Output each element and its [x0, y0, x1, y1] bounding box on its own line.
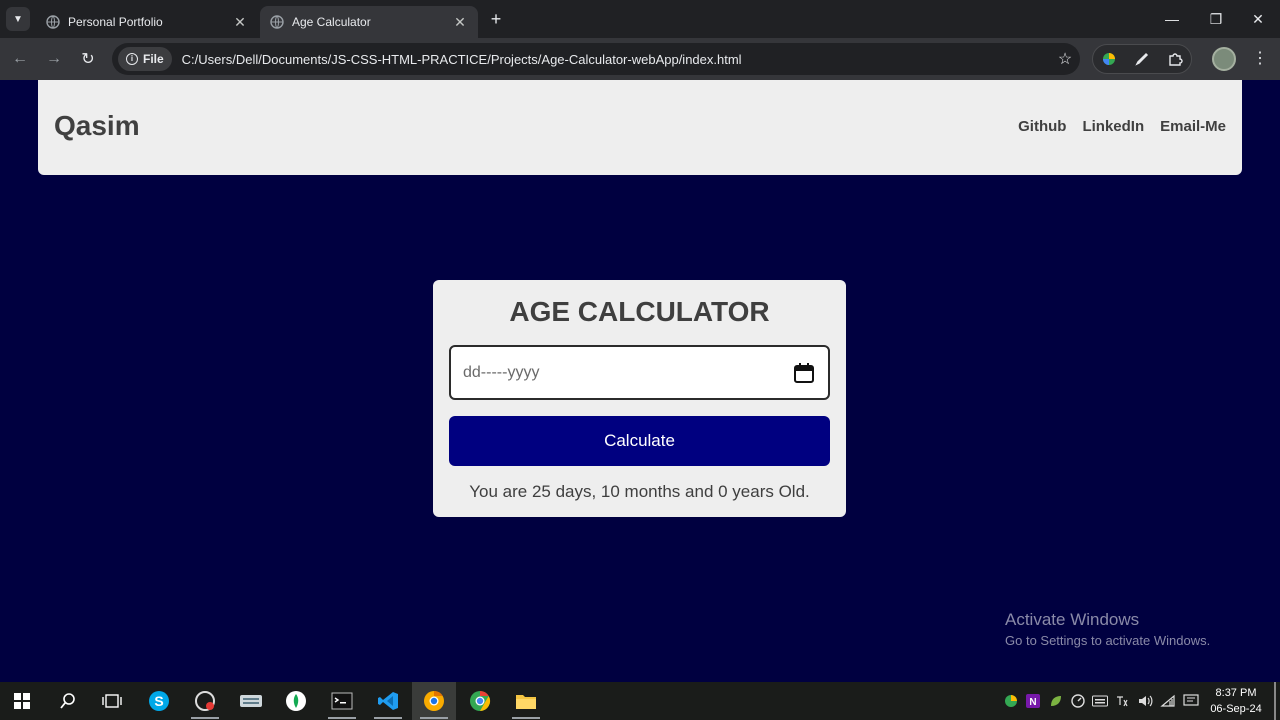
clock-date: 06-Sep-24 [1210, 703, 1262, 715]
date-placeholder: dd-----yyyy [463, 363, 540, 381]
nav-link-linkedin[interactable]: LinkedIn [1082, 118, 1144, 135]
browser-tab-bar: ▼ Personal Portfolio ✕ Age Calculator ✕ … [0, 0, 1280, 38]
kebab-menu-icon[interactable]: ⋮ [1248, 47, 1272, 71]
vscode-icon[interactable] [366, 682, 410, 720]
address-bar[interactable]: i File C:/Users/Dell/Documents/JS-CSS-HT… [112, 43, 1080, 75]
age-result-text: You are 25 days, 10 months and 0 years O… [469, 482, 810, 501]
file-explorer-icon[interactable] [504, 682, 548, 720]
pen-icon[interactable] [1131, 48, 1153, 70]
calculate-button[interactable]: Calculate [449, 416, 830, 466]
svg-text:S: S [154, 693, 163, 709]
tab-title: Age Calculator [292, 15, 371, 29]
clock-time: 8:37 PM [1215, 687, 1257, 699]
tray-gauge-icon[interactable] [1067, 682, 1089, 720]
keyboard-app-icon[interactable] [229, 682, 273, 720]
brand-logo-text[interactable]: Qasim [54, 110, 140, 142]
wifi-icon[interactable] [1157, 682, 1179, 720]
notifications-icon[interactable] [1180, 682, 1202, 720]
age-calculator-card: AGE CALCULATOR dd-----yyyy Calculate You… [433, 280, 846, 517]
reload-icon[interactable]: ↻ [76, 47, 100, 71]
activate-windows-watermark: Activate Windows Go to Settings to activ… [1005, 610, 1210, 648]
url-text[interactable]: C:/Users/Dell/Documents/JS-CSS-HTML-PRAC… [182, 52, 1050, 67]
forward-arrow-icon[interactable]: → [42, 47, 66, 71]
mongodb-icon[interactable] [274, 682, 318, 720]
info-icon: i [126, 53, 138, 65]
windows-taskbar: S N 8:37 PM 06-Sep-24 [0, 682, 1280, 720]
show-desktop-button[interactable] [1274, 682, 1276, 720]
browser-toolbar: ← → ↻ i File C:/Users/Dell/Documents/JS-… [0, 38, 1280, 80]
back-arrow-icon[interactable]: ← [8, 47, 32, 71]
new-tab-plus-icon[interactable]: + [486, 9, 506, 29]
nav-link-email-me[interactable]: Email-Me [1160, 118, 1226, 135]
extension-colorful-icon[interactable] [1098, 48, 1120, 70]
close-icon[interactable]: ✕ [232, 14, 248, 31]
birth-date-input[interactable]: dd-----yyyy [449, 345, 830, 400]
calendar-icon[interactable] [792, 361, 816, 385]
watermark-subtitle: Go to Settings to activate Windows. [1005, 633, 1211, 648]
windows-start-icon[interactable] [0, 682, 44, 720]
chrome-icon[interactable] [458, 682, 502, 720]
tray-leaf-icon[interactable] [1045, 682, 1067, 720]
chrome-canary-icon[interactable] [412, 682, 456, 720]
watermark-title: Activate Windows [1005, 610, 1140, 629]
tab-personal-portfolio[interactable]: Personal Portfolio ✕ [36, 6, 258, 38]
input-language-icon[interactable] [1111, 682, 1133, 720]
window-close-icon[interactable]: ✕ [1236, 0, 1280, 38]
search-icon[interactable] [46, 682, 90, 720]
skype-icon[interactable]: S [137, 682, 181, 720]
keyboard-icon[interactable] [1089, 682, 1111, 720]
tab-search-dropdown-icon[interactable]: ▼ [6, 7, 30, 31]
puzzle-extensions-icon[interactable] [1164, 48, 1186, 70]
scheme-label: File [143, 52, 164, 66]
tab-title: Personal Portfolio [68, 15, 163, 29]
tab-age-calculator[interactable]: Age Calculator ✕ [260, 6, 478, 38]
tray-colorful-app-icon[interactable] [1000, 682, 1022, 720]
bookmark-star-icon[interactable]: ☆ [1050, 49, 1080, 69]
nav-link-github[interactable]: Github [1018, 118, 1066, 135]
recorder-app-icon[interactable] [183, 682, 227, 720]
close-icon[interactable]: ✕ [452, 14, 468, 31]
profile-avatar[interactable] [1212, 47, 1236, 71]
svg-text:N: N [1029, 697, 1036, 708]
speaker-icon[interactable] [1134, 682, 1156, 720]
nav-links: Github LinkedIn Email-Me [1018, 118, 1226, 135]
onenote-icon[interactable]: N [1022, 682, 1044, 720]
globe-icon [46, 15, 60, 29]
minimize-icon[interactable]: — [1150, 0, 1194, 38]
restore-icon[interactable]: ❐ [1194, 0, 1238, 38]
task-view-icon[interactable] [90, 682, 134, 720]
terminal-icon[interactable] [320, 682, 364, 720]
site-info-chip[interactable]: i File [118, 47, 172, 71]
globe-icon [270, 15, 284, 29]
site-navbar: Qasim Github LinkedIn Email-Me [38, 80, 1242, 175]
taskbar-clock[interactable]: 8:37 PM 06-Sep-24 [1206, 685, 1266, 717]
card-title: AGE CALCULATOR [509, 296, 770, 327]
extensions-group [1092, 44, 1192, 74]
page-viewport: Qasim Github LinkedIn Email-Me AGE CALCU… [0, 80, 1280, 682]
